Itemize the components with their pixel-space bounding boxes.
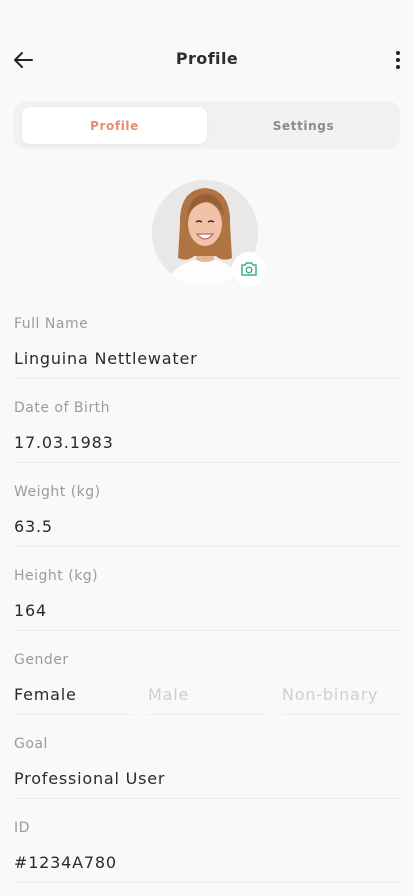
- divider: [14, 546, 400, 547]
- date-of-birth-field: Date of Birth 17.03.1983: [14, 400, 400, 484]
- weight-field: Weight (kg) 63.5: [14, 484, 400, 568]
- more-vertical-icon: [396, 51, 400, 69]
- height-value[interactable]: 164: [14, 601, 47, 620]
- divider: [148, 714, 266, 715]
- weight-value[interactable]: 63.5: [14, 517, 53, 536]
- height-label: Height (kg): [14, 568, 99, 584]
- full-name-value[interactable]: Linguina Nettlewater: [14, 349, 198, 368]
- divider: [14, 882, 400, 883]
- avatar-section: [152, 180, 266, 286]
- full-name-field: Full Name Linguina Nettlewater: [14, 316, 400, 400]
- more-menu-button[interactable]: [390, 46, 406, 74]
- top-bar: Profile: [0, 0, 414, 100]
- gender-option-label: Male: [148, 685, 190, 704]
- divider: [14, 630, 400, 631]
- weight-label: Weight (kg): [14, 484, 101, 500]
- divider: [14, 378, 400, 379]
- gender-option-female[interactable]: Female: [14, 652, 132, 715]
- page-title: Profile: [175, 49, 239, 68]
- date-of-birth-label: Date of Birth: [14, 400, 110, 416]
- divider: [282, 714, 400, 715]
- tab-settings[interactable]: Settings: [211, 107, 396, 144]
- divider: [14, 714, 132, 715]
- camera-icon: [241, 262, 257, 276]
- gender-option-label: Female: [14, 685, 77, 704]
- height-field: Height (kg) 164: [14, 568, 400, 652]
- id-label: ID: [14, 820, 30, 836]
- goal-field: Goal Professional User: [14, 736, 400, 820]
- gender-field: Gender Female Male Non-binary: [14, 652, 400, 736]
- id-value: #1234A780: [14, 853, 117, 872]
- gender-option-label: Non-binary: [282, 685, 379, 704]
- goal-label: Goal: [14, 736, 48, 752]
- tab-profile[interactable]: Profile: [22, 107, 207, 144]
- change-photo-button[interactable]: [232, 252, 266, 286]
- divider: [14, 462, 400, 463]
- full-name-label: Full Name: [14, 316, 89, 332]
- id-field: ID #1234A780: [14, 820, 400, 896]
- gender-option-non-binary[interactable]: Non-binary: [282, 652, 400, 715]
- date-of-birth-value[interactable]: 17.03.1983: [14, 433, 114, 452]
- gender-option-male[interactable]: Male: [148, 652, 266, 715]
- goal-value[interactable]: Professional User: [14, 769, 165, 788]
- divider: [14, 798, 400, 799]
- profile-settings-switcher: Profile Settings: [14, 101, 400, 149]
